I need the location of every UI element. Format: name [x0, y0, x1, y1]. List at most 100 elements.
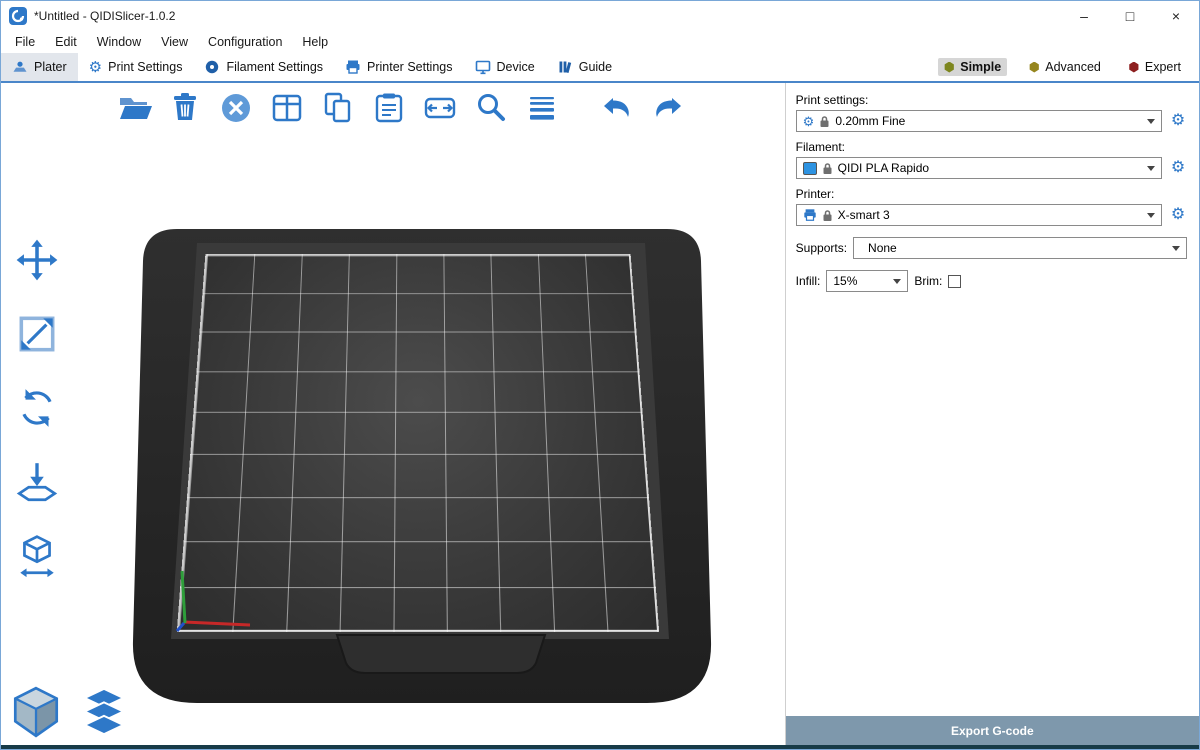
infill-combo[interactable]: 15% — [826, 270, 908, 292]
guide-book-icon — [557, 59, 573, 75]
move-button[interactable] — [9, 235, 65, 285]
brim-checkbox[interactable] — [948, 275, 961, 288]
bottom-strip — [1, 745, 1199, 749]
menu-item-view[interactable]: View — [151, 33, 198, 51]
tab-guide[interactable]: Guide — [546, 53, 623, 81]
measure-button[interactable] — [9, 531, 65, 581]
mode-label: Advanced — [1045, 60, 1101, 74]
rotate-button[interactable] — [9, 383, 65, 433]
titlebar: *Untitled - QIDISlicer-1.0.2 – □ × — [1, 1, 1199, 31]
supports-row: Supports: None — [796, 237, 1187, 259]
tab-printer-settings[interactable]: Printer Settings — [334, 53, 463, 81]
delete-button[interactable] — [164, 87, 206, 129]
maximize-button[interactable]: □ — [1107, 1, 1153, 31]
arrange-icon — [269, 90, 305, 126]
view-toggles — [7, 685, 131, 739]
filament-spool-icon — [204, 59, 220, 75]
search-button[interactable] — [470, 87, 512, 129]
mode-expert[interactable]: Expert — [1123, 58, 1187, 76]
split-icon — [422, 90, 458, 126]
mode-simple[interactable]: Simple — [938, 58, 1007, 76]
3d-viewport[interactable] — [1, 83, 785, 745]
left-toolbar — [9, 235, 65, 581]
menu-item-file[interactable]: File — [5, 33, 45, 51]
tab-plater[interactable]: Plater — [1, 53, 78, 81]
filament-label: Filament: — [796, 140, 1187, 154]
advanced-mode-dot — [1029, 62, 1039, 73]
layer-preview-button[interactable] — [77, 685, 131, 739]
split-button[interactable] — [419, 87, 461, 129]
printer-icon — [803, 208, 817, 222]
printer-combo[interactable]: X-smart 3 — [796, 204, 1162, 226]
tab-print-settings[interactable]: ⚙ Print Settings — [78, 53, 194, 81]
menu-item-edit[interactable]: Edit — [45, 33, 87, 51]
infill-label: Infill: — [796, 274, 821, 288]
tab-label: Plater — [34, 60, 67, 74]
window-controls: – □ × — [1061, 1, 1199, 31]
tab-label: Guide — [579, 60, 612, 74]
printer-icon — [345, 59, 361, 75]
print-settings-label: Print settings: — [796, 93, 1187, 107]
expert-mode-dot — [1129, 62, 1139, 73]
scale-icon — [14, 311, 60, 357]
close-button[interactable]: × — [1153, 1, 1199, 31]
print-settings-combo[interactable]: ⚙ 0.20mm Fine — [796, 110, 1162, 132]
filament-combo[interactable]: QIDI PLA Rapido — [796, 157, 1162, 179]
app-logo-icon — [9, 7, 27, 25]
chevron-down-icon — [1147, 213, 1155, 218]
chevron-down-icon — [1147, 166, 1155, 171]
scale-button[interactable] — [9, 309, 65, 359]
paste-button[interactable] — [368, 87, 410, 129]
measure-icon — [14, 533, 60, 579]
chevron-down-icon — [893, 279, 901, 284]
export-gcode-button[interactable]: Export G-code — [786, 716, 1199, 745]
copy-icon — [320, 90, 356, 126]
open-folder-icon — [116, 90, 152, 126]
variable-layer-height-button[interactable] — [521, 87, 563, 129]
gear-icon: ⚙ — [1171, 112, 1185, 129]
mode-switcher: Simple Advanced Expert — [938, 53, 1199, 81]
menubar: File Edit Window View Configuration Help — [1, 31, 1199, 53]
supports-label: Supports: — [796, 241, 847, 255]
chevron-down-icon — [1172, 246, 1180, 251]
delete-all-button[interactable] — [215, 87, 257, 129]
menu-item-window[interactable]: Window — [87, 33, 151, 51]
minimize-button[interactable]: – — [1061, 1, 1107, 31]
brim-label: Brim: — [914, 274, 942, 288]
print-settings-row: ⚙ 0.20mm Fine ⚙ — [796, 110, 1187, 132]
mode-advanced[interactable]: Advanced — [1023, 58, 1107, 76]
redo-button[interactable] — [647, 87, 689, 129]
layer-preview-icon — [77, 685, 131, 739]
mode-label: Expert — [1145, 60, 1181, 74]
gear-icon: ⚙ — [803, 115, 815, 128]
undo-icon — [599, 90, 635, 126]
place-on-face-button[interactable] — [9, 457, 65, 507]
mode-label: Simple — [960, 60, 1001, 74]
monitor-icon — [475, 59, 491, 75]
gear-icon: ⚙ — [89, 60, 102, 75]
menu-item-configuration[interactable]: Configuration — [198, 33, 292, 51]
3d-editor-cube-icon — [7, 685, 65, 739]
printer-gear-button[interactable]: ⚙ — [1169, 205, 1187, 225]
tab-filament-settings[interactable]: Filament Settings — [193, 53, 334, 81]
supports-value: None — [860, 241, 1167, 255]
gear-icon: ⚙ — [1171, 206, 1185, 223]
menu-item-help[interactable]: Help — [292, 33, 338, 51]
simple-mode-dot — [944, 62, 954, 73]
chevron-down-icon — [1147, 119, 1155, 124]
copy-button[interactable] — [317, 87, 359, 129]
place-on-face-icon — [14, 459, 60, 505]
print-settings-gear-button[interactable]: ⚙ — [1169, 111, 1187, 131]
printer-row: X-smart 3 ⚙ — [796, 204, 1187, 226]
arrange-button[interactable] — [266, 87, 308, 129]
tab-label: Print Settings — [108, 60, 182, 74]
filament-gear-button[interactable]: ⚙ — [1169, 158, 1187, 178]
3d-editor-view-button[interactable] — [7, 685, 65, 739]
tab-device[interactable]: Device — [464, 53, 546, 81]
open-button[interactable] — [113, 87, 155, 129]
supports-combo[interactable]: None — [853, 237, 1187, 259]
main-content: Print settings: ⚙ 0.20mm Fine ⚙ Filament… — [1, 83, 1199, 745]
main-tabs: Plater ⚙ Print Settings Filament Setting… — [1, 53, 623, 81]
undo-button[interactable] — [596, 87, 638, 129]
tab-label: Printer Settings — [367, 60, 452, 74]
